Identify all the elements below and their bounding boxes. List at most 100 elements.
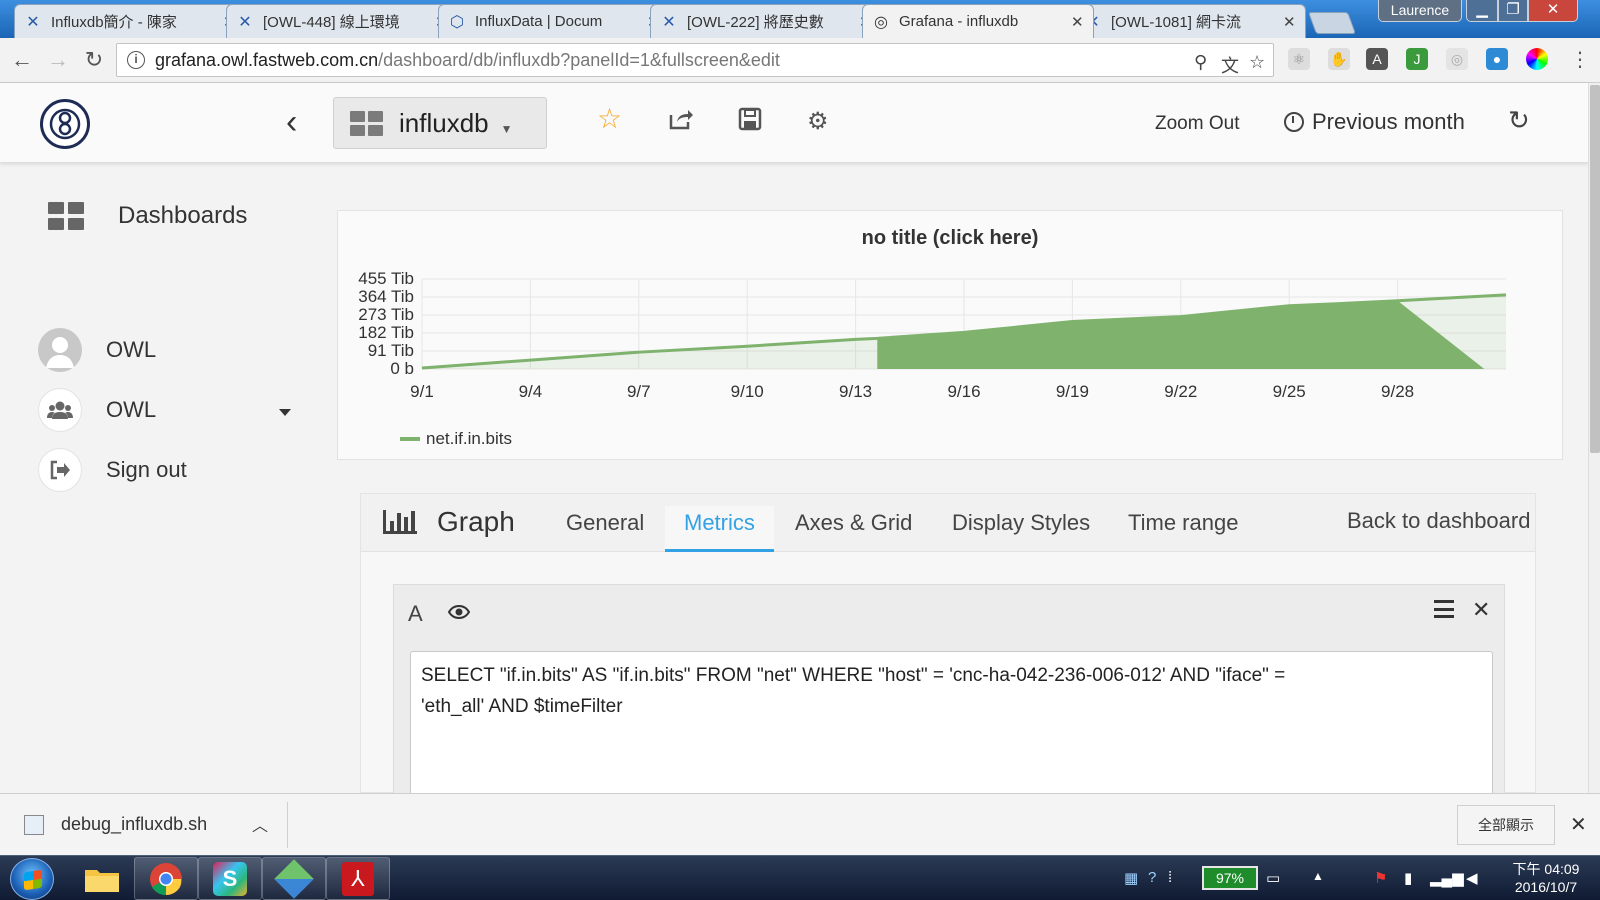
globe-extension-icon[interactable]: ● <box>1486 48 1508 70</box>
address-bar: ← → ↻ i grafana.owl.fastweb.com.cn/dashb… <box>0 38 1600 83</box>
browser-tab[interactable]: ✕ [OWL-1081] 網卡流 ✕ <box>1074 4 1306 38</box>
x-tick-label: 9/16 <box>947 382 980 401</box>
tray-icon[interactable]: ⁞ <box>1168 869 1172 886</box>
tab-metrics[interactable]: Metrics <box>665 506 774 552</box>
chrome-icon[interactable] <box>134 857 198 900</box>
translate-icon[interactable]: 文 <box>1221 52 1239 78</box>
dashboard-picker[interactable]: influxdb ▼ <box>333 97 547 149</box>
share-icon[interactable] <box>668 107 694 138</box>
page-scrollbar[interactable] <box>1588 83 1600 793</box>
refresh-icon[interactable]: ↻ <box>1508 105 1530 136</box>
new-tab-button[interactable] <box>1307 12 1357 34</box>
sidebar-item-label: OWL <box>106 397 157 422</box>
ime-icon[interactable]: ▦ <box>1124 869 1138 887</box>
sidebar-item-org[interactable]: OWL <box>38 388 156 432</box>
acrobat-icon[interactable]: ⅄ <box>326 857 390 900</box>
volume-icon[interactable]: ◀ <box>1466 869 1478 887</box>
legend-label: net.if.in.bits <box>426 429 512 448</box>
close-icon[interactable]: ✕ <box>1570 812 1587 837</box>
signal-icon[interactable]: ▂▄▆ <box>1430 869 1464 887</box>
flag-icon[interactable]: ⚑ <box>1374 869 1387 887</box>
sidebar-item-label: Dashboards <box>118 202 248 229</box>
legend-item[interactable]: net.if.in.bits <box>400 429 512 449</box>
extension-icon[interactable]: ◎ <box>1446 48 1468 70</box>
zoom-out-button[interactable]: Zoom Out <box>1155 113 1239 135</box>
extension-icon[interactable]: ⚛ <box>1288 48 1310 70</box>
legend-swatch <box>400 437 420 441</box>
more-menu-icon[interactable]: ⋮ <box>1566 46 1594 74</box>
gear-icon[interactable]: ⚙ <box>807 107 829 136</box>
tab-general[interactable]: General <box>547 506 663 552</box>
x-tick-label: 9/13 <box>839 382 872 401</box>
tab-title: [OWL-448] 線上環境 <box>263 14 400 31</box>
show-all-button[interactable]: 全部顯示 <box>1457 805 1555 845</box>
query-ref-id[interactable]: A <box>408 601 423 627</box>
avatar <box>38 328 82 372</box>
save-icon[interactable] <box>738 107 762 138</box>
show-hidden-icons[interactable]: ▲ <box>1312 869 1324 883</box>
grafana-logo-icon[interactable] <box>40 99 90 149</box>
bookmark-star-icon[interactable]: ☆ <box>1249 52 1265 73</box>
time-range-picker[interactable]: Previous month <box>1284 109 1465 135</box>
browser-tab[interactable]: ✕ [OWL-222] 將歷史數 ✕ <box>650 4 882 38</box>
extension-icon[interactable]: ✋ <box>1328 48 1350 70</box>
tab-time-range[interactable]: Time range <box>1109 506 1257 552</box>
power-icon[interactable]: ▭ <box>1266 869 1280 887</box>
profile-button[interactable]: Laurence <box>1378 0 1462 22</box>
scrollbar-thumb[interactable] <box>1590 85 1600 453</box>
color-picker-extension-icon[interactable] <box>1526 48 1548 70</box>
file-explorer-icon[interactable] <box>70 857 134 900</box>
url-input[interactable]: i grafana.owl.fastweb.com.cn/dashboard/d… <box>116 43 1274 77</box>
chevron-left-icon[interactable]: ‹ <box>286 103 297 142</box>
jira-icon: ✕ <box>26 13 40 31</box>
time-range-label: Previous month <box>1312 109 1465 134</box>
back-arrow-icon[interactable]: ← <box>8 46 36 74</box>
zoom-icon[interactable]: ⚲ <box>1194 52 1207 73</box>
x-tick-label: 9/25 <box>1273 382 1306 401</box>
sidebar-item-sign-out[interactable]: Sign out <box>38 448 187 492</box>
file-icon <box>24 814 44 835</box>
battery-icon[interactable]: ▮ <box>1404 869 1412 887</box>
start-button[interactable] <box>10 858 54 900</box>
browser-tab[interactable]: ✕ [OWL-448] 線上環境 ✕ <box>226 4 458 38</box>
panel-editor: Graph General Metrics Axes & Grid Displa… <box>360 493 1536 814</box>
hamburger-menu-icon[interactable] <box>1434 600 1454 618</box>
panel-title[interactable]: no title (click here) <box>338 227 1562 250</box>
close-icon[interactable]: ✕ <box>1071 13 1085 31</box>
sidebar-item-dashboards[interactable]: Dashboards <box>48 202 247 230</box>
git-client-icon[interactable] <box>262 857 326 900</box>
close-icon[interactable]: ✕ <box>1283 13 1297 31</box>
tab-axes-grid[interactable]: Axes & Grid <box>776 506 931 552</box>
query-textarea[interactable]: SELECT "if.in.bits" AS "if.in.bits" FROM… <box>410 651 1493 811</box>
download-item[interactable]: debug_influxdb.sh <box>24 814 207 835</box>
browser-tab[interactable]: ⬡ InfluxData | Docum ✕ <box>438 4 670 38</box>
chevron-up-icon[interactable]: ︿ <box>252 812 268 836</box>
battery-indicator[interactable]: 97% <box>1202 866 1258 890</box>
y-tick-label: 182 Tib <box>358 323 414 342</box>
caret-down-icon[interactable] <box>279 409 291 416</box>
browser-tab-active[interactable]: ◎ Grafana - influxdb ✕ <box>862 4 1094 38</box>
tab-display-styles[interactable]: Display Styles <box>933 506 1109 552</box>
close-icon[interactable]: ✕ <box>1472 597 1490 623</box>
extension-icon[interactable]: J <box>1406 48 1428 70</box>
sidebar-item-user[interactable]: OWL <box>38 328 156 372</box>
slack-icon[interactable]: S <box>198 857 262 900</box>
back-to-dashboard-link[interactable]: Back to dashboard <box>1347 508 1530 534</box>
star-icon[interactable]: ☆ <box>597 102 622 135</box>
clock-icon <box>1284 112 1304 132</box>
help-icon[interactable]: ? <box>1148 869 1156 886</box>
window-close-button[interactable]: ✕ <box>1528 0 1578 22</box>
forward-arrow-icon[interactable]: → <box>44 46 72 74</box>
y-tick-label: 0 b <box>390 359 414 378</box>
eye-icon[interactable] <box>447 603 471 624</box>
browser-tab[interactable]: ✕ Influxdb簡介 - 陳家 ✕ <box>14 4 246 38</box>
url-path: /dashboard/db/influxdb?panelId=1&fullscr… <box>378 49 780 70</box>
angular-extension-icon[interactable]: A <box>1366 48 1388 70</box>
x-tick-label: 9/7 <box>627 382 651 401</box>
maximize-button[interactable]: ❐ <box>1498 0 1528 22</box>
system-clock[interactable]: 下午 04:09 2016/10/7 <box>1504 860 1588 896</box>
minimize-button[interactable]: ▁ <box>1466 0 1498 22</box>
download-filename: debug_influxdb.sh <box>61 814 208 834</box>
reload-icon[interactable]: ↻ <box>80 46 108 74</box>
info-icon[interactable]: i <box>127 51 145 69</box>
